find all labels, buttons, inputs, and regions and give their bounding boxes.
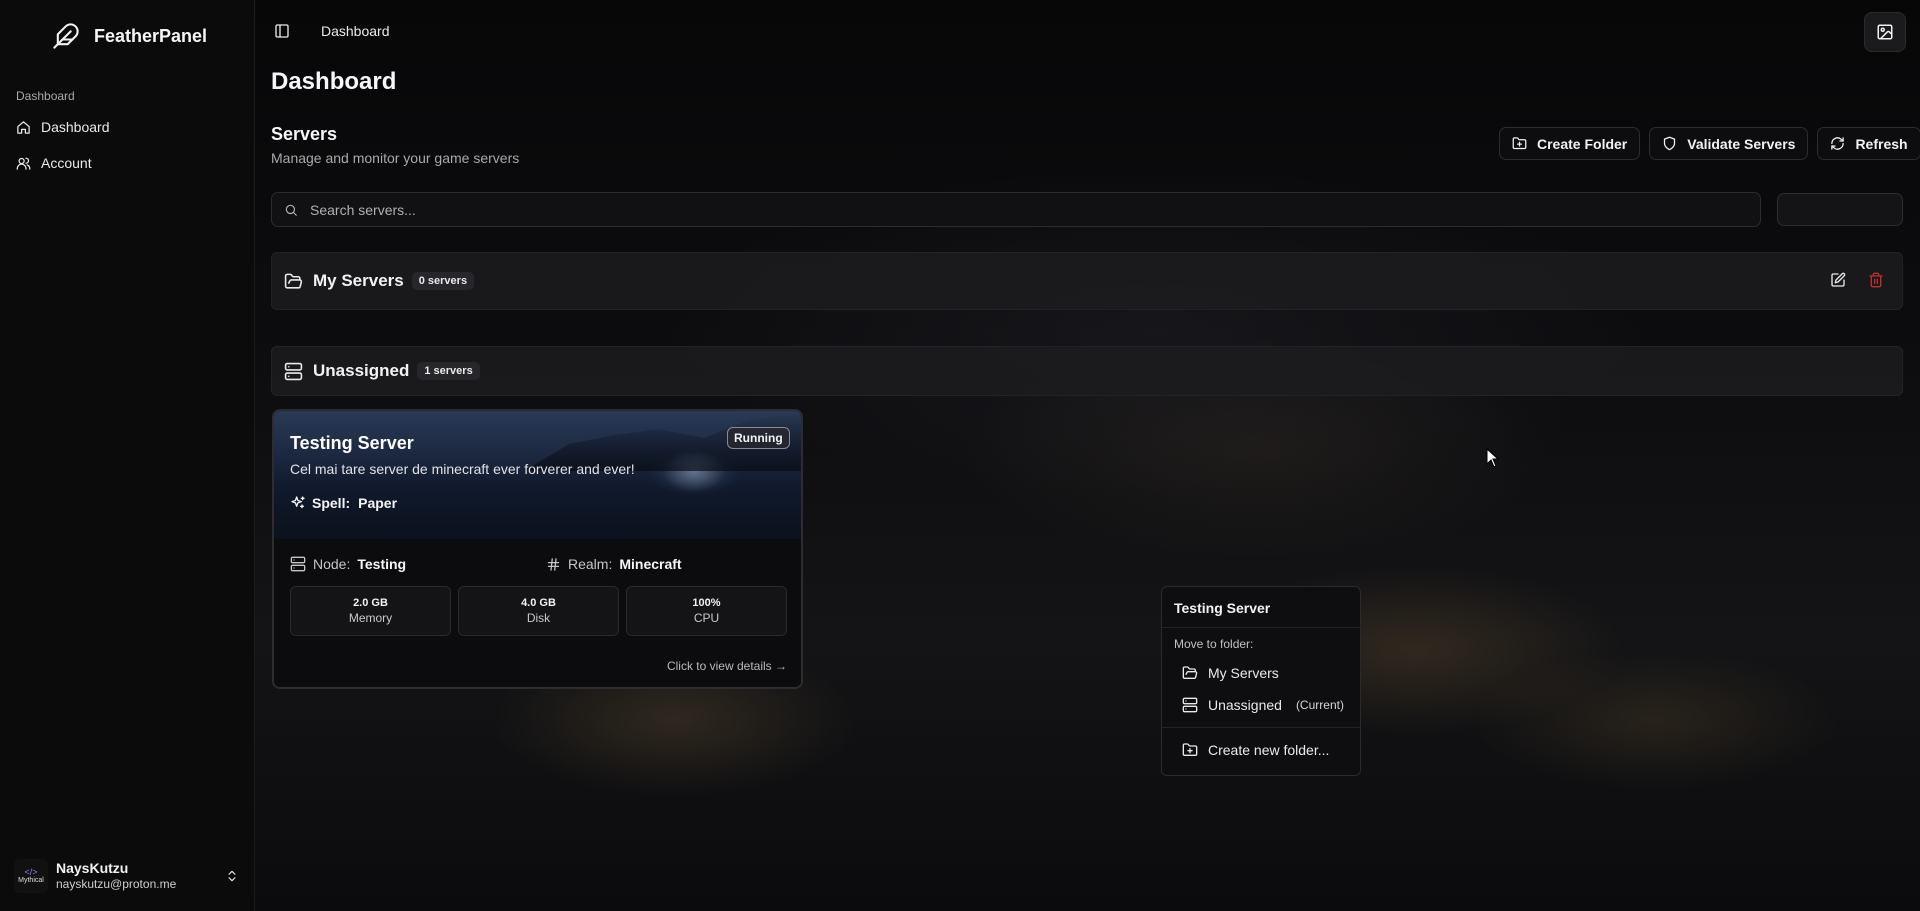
server-spell: Spell: Paper xyxy=(290,495,397,511)
realm-value: Minecraft xyxy=(619,556,682,572)
create-new-folder-item[interactable]: Create new folder... xyxy=(1182,742,1329,758)
trash-icon[interactable] xyxy=(1868,272,1884,288)
stat-value: 4.0 GB xyxy=(521,597,556,609)
status-badge: Running xyxy=(727,427,790,449)
view-details-link[interactable]: Click to view details → xyxy=(667,659,787,673)
breadcrumb[interactable]: Dashboard xyxy=(321,23,390,39)
server-name: Testing Server xyxy=(290,433,414,453)
server-count-badge: 0 servers xyxy=(411,272,475,290)
node-label: Node: xyxy=(313,556,351,572)
validate-servers-button[interactable]: Validate Servers xyxy=(1649,127,1809,160)
folder-open-icon xyxy=(1182,665,1198,681)
menu-item-label: My Servers xyxy=(1208,665,1279,681)
divider xyxy=(1162,727,1360,728)
create-folder-button[interactable]: Create Folder xyxy=(1499,127,1641,160)
spell-label: Spell: xyxy=(312,495,351,511)
folder-plus-icon xyxy=(1512,136,1527,151)
search-input[interactable] xyxy=(310,201,1760,218)
users-icon xyxy=(16,156,31,171)
user-menu[interactable]: </> Mythical NaysKutzu nayskutzu@proton.… xyxy=(14,859,239,893)
node-value: Testing xyxy=(357,556,407,572)
server-count-badge: 1 servers xyxy=(417,362,480,380)
folder-name: Unassigned xyxy=(313,361,410,380)
stat-label: Memory xyxy=(348,611,393,625)
sidebar: FeatherPanel Dashboard Dashboard Account… xyxy=(0,0,255,911)
server-node: Node: Testing xyxy=(290,556,406,572)
user-email: nayskutzu@proton.me xyxy=(56,877,177,891)
folder-name: My Servers xyxy=(313,271,404,290)
current-folder-note: (Current) xyxy=(1295,698,1344,712)
section-title: Servers xyxy=(271,124,338,144)
edit-icon[interactable] xyxy=(1830,272,1846,288)
context-menu: Testing Server Move to folder: My Server… xyxy=(1161,586,1361,776)
move-to-unassigned-item[interactable]: Unassigned (Current) xyxy=(1182,697,1344,713)
server-icon xyxy=(1182,697,1198,713)
disk-stat: 4.0 GB Disk xyxy=(458,586,619,636)
stat-label: Disk xyxy=(526,611,551,625)
memory-stat: 2.0 GB Memory xyxy=(290,586,451,636)
stat-value: 100% xyxy=(692,597,721,609)
button-label: Create Folder xyxy=(1537,135,1628,152)
server-icon xyxy=(284,362,303,381)
feather-logo-icon xyxy=(52,22,80,50)
cpu-stat: 100% CPU xyxy=(626,586,787,636)
app-name: FeatherPanel xyxy=(94,25,208,46)
mouse-cursor-icon xyxy=(1486,448,1500,468)
chevrons-up-down-icon[interactable] xyxy=(225,869,239,883)
user-name: NaysKutzu xyxy=(56,860,129,876)
divider xyxy=(1162,627,1360,628)
section-subtitle: Manage and monitor your game servers xyxy=(271,150,520,166)
sidebar-item-dashboard[interactable]: Dashboard xyxy=(16,119,110,135)
brand[interactable]: FeatherPanel xyxy=(52,22,207,50)
home-icon xyxy=(16,120,31,135)
folder-plus-icon xyxy=(1182,742,1198,758)
server-description: Cel mai tare server de minecraft ever fo… xyxy=(290,461,635,477)
server-card[interactable]: Testing Server Cel mai tare server de mi… xyxy=(272,409,803,689)
sidebar-item-account[interactable]: Account xyxy=(16,155,92,171)
folder-my-servers[interactable]: My Servers 0 servers xyxy=(271,252,1903,310)
server-icon xyxy=(290,556,306,572)
toolbar: Create Folder Validate Servers Refresh xyxy=(1499,127,1920,160)
server-realm: Realm: Minecraft xyxy=(546,556,682,572)
avatar: </> Mythical xyxy=(14,859,48,893)
code-icon: </> xyxy=(24,866,38,877)
stat-value: 2.0 GB xyxy=(353,597,388,609)
shield-icon xyxy=(1662,136,1677,151)
view-mode-select[interactable] xyxy=(1777,193,1903,226)
context-menu-title: Testing Server xyxy=(1174,600,1271,616)
image-icon xyxy=(1876,23,1894,41)
avatar-text: Mythical xyxy=(18,876,44,884)
folder-unassigned[interactable]: Unassigned 1 servers xyxy=(271,346,1903,396)
sidebar-toggle-icon[interactable] xyxy=(274,23,290,39)
page-title: Dashboard xyxy=(271,68,397,95)
spell-value: Paper xyxy=(358,495,398,511)
nav-group-label: Dashboard xyxy=(16,89,75,103)
search-bar xyxy=(271,192,1761,227)
move-to-my-servers-item[interactable]: My Servers xyxy=(1182,665,1279,681)
main-content: Dashboard Dashboard Servers Manage and m… xyxy=(255,0,1920,911)
search-icon xyxy=(284,203,298,217)
background-image-button[interactable] xyxy=(1864,12,1906,52)
menu-item-label: Unassigned xyxy=(1208,697,1282,713)
button-label: Validate Servers xyxy=(1687,135,1796,152)
realm-label: Realm: xyxy=(568,556,613,572)
refresh-icon xyxy=(1830,136,1845,151)
menu-item-label: Create new folder... xyxy=(1208,742,1330,758)
stat-label: CPU xyxy=(693,611,720,625)
hash-icon xyxy=(546,557,561,572)
sparkles-icon xyxy=(290,495,306,511)
sidebar-item-label: Account xyxy=(41,155,92,171)
context-menu-subtitle: Move to folder: xyxy=(1174,637,1254,651)
folder-open-icon xyxy=(284,272,303,291)
refresh-button[interactable]: Refresh xyxy=(1817,127,1920,160)
sidebar-item-label: Dashboard xyxy=(41,119,110,135)
button-label: Refresh xyxy=(1855,135,1908,152)
